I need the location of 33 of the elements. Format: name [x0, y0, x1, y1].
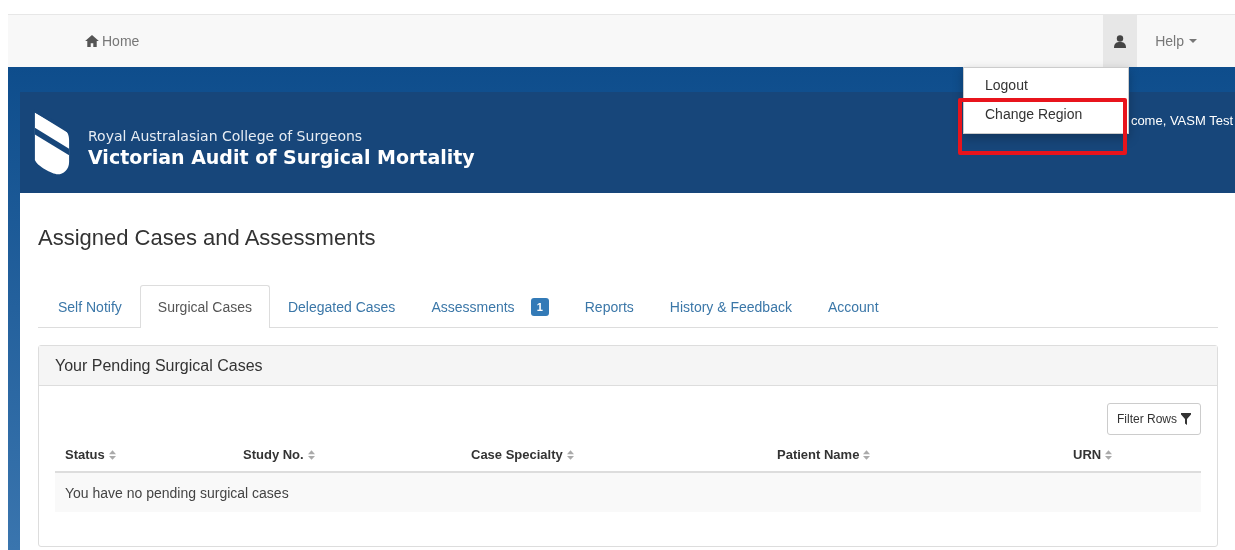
sort-icon [863, 449, 871, 460]
menu-item[interactable]: Change Region [964, 104, 1128, 124]
empty-message: You have no pending surgical cases [65, 484, 289, 501]
tab[interactable]: Surgical Cases [139, 285, 270, 328]
tab[interactable]: Reports [566, 285, 652, 328]
panel-title: Your Pending Surgical Cases [55, 356, 263, 375]
sort-icon [1105, 449, 1113, 460]
column-header[interactable]: Study No. [243, 447, 315, 462]
tab[interactable]: Account [809, 285, 897, 328]
sort-icon [307, 449, 315, 460]
welcome-text: come, VASM Test [1130, 113, 1233, 128]
user-menu-button[interactable] [1103, 15, 1138, 67]
count-badge: 1 [530, 298, 549, 316]
site-title: Victorian Audit of Surgical Mortality [88, 145, 475, 168]
home-icon [85, 35, 99, 47]
filter-rows-button[interactable]: Filter Rows [1107, 403, 1201, 435]
college-name: Royal Australasian College of Surgeons [88, 127, 364, 144]
column-header[interactable]: Status [65, 447, 116, 462]
sort-icon [566, 449, 574, 460]
column-header[interactable]: URN [1073, 447, 1113, 462]
column-header[interactable]: Case Specialty [471, 447, 574, 462]
help-menu[interactable]: Help [1155, 33, 1197, 49]
menu-item[interactable]: Logout [964, 75, 1128, 95]
column-header[interactable]: Patient Name [777, 447, 871, 462]
filter-icon [1181, 413, 1191, 425]
tab[interactable]: Self Notify [40, 285, 140, 328]
tab[interactable]: Assessments 1 [413, 285, 567, 328]
tab[interactable]: Delegated Cases [269, 285, 414, 328]
page-title: Assigned Cases and Assessments [38, 224, 377, 252]
user-icon [1114, 34, 1127, 48]
sort-icon [108, 449, 116, 460]
home-link[interactable]: Home [85, 33, 140, 49]
tab[interactable]: History & Feedback [651, 285, 810, 328]
